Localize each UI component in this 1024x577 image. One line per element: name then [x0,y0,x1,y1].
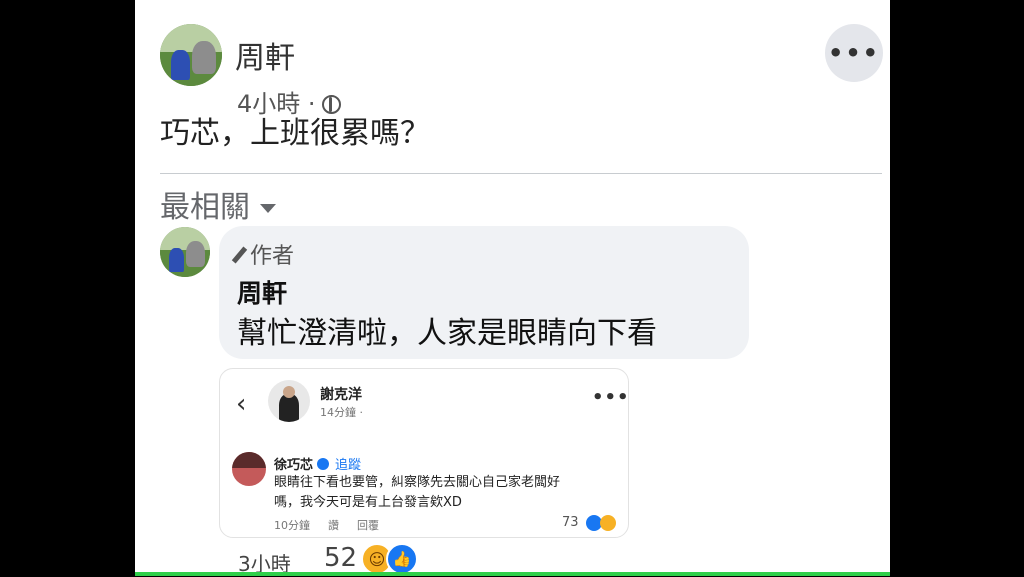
verified-badge-icon [317,458,330,470]
comment-sort-dropdown[interactable]: 最相關 [160,182,276,226]
bottom-progress-bar [135,572,890,576]
screenshot-commenter-line: 徐巧芯 追蹤 [274,454,361,473]
divider [160,173,882,174]
screenshot-commenter-avatar [232,452,266,486]
author-badge: 作者 [231,238,295,270]
screenshot-meta-reply: 回覆 [357,519,379,532]
pencil-icon [231,246,248,264]
comment-attached-image[interactable]: ‹ 謝克洋 14分鐘 · ••• 徐巧芯 追蹤 眼睛往下看也要管，糾察隊先去關心自… [219,368,629,538]
author-badge-label: 作者 [250,244,295,269]
back-arrow-icon: ‹ [236,389,247,419]
screenshot-more-icon: ••• [592,387,629,408]
like-reaction-icon[interactable]: 👍 [386,543,418,575]
post-author-avatar[interactable] [160,24,222,86]
screenshot-reaction-count: 73 [562,515,579,530]
more-horizontal-icon: ••• [827,39,881,67]
comment-author-name[interactable]: 周軒 [237,274,287,310]
post-container: 周軒 4小時 · ••• 巧芯，上班很累嗎？ 最相關 作者 周軒 幫忙澄清啦，人… [135,0,890,576]
sort-label: 最相關 [160,190,250,225]
screenshot-follow-label: 追蹤 [335,458,362,473]
post-text: 巧芯，上班很累嗎？ [160,116,430,151]
caret-down-icon [260,204,276,213]
screenshot-meta-like: 讚 [328,519,339,532]
post-author-name[interactable]: 周軒 [235,33,295,77]
screenshot-comment-meta: 10分鐘 讚 回覆 [274,517,397,533]
screenshot-comment-text: 眼睛往下看也要管，糾察隊先去關心自己家老闆好嗎，我今天可是有上台發言欸XD [274,475,561,510]
screenshot-haha-icon [600,515,616,531]
comment-reaction-count[interactable]: 52 [324,543,357,573]
post-more-options-button[interactable]: ••• [825,24,883,82]
comment-bubble: 作者 周軒 幫忙澄清啦，人家是眼睛向下看 [219,226,749,359]
screenshot-commenter-name: 徐巧芯 [274,458,314,473]
comment-author-avatar[interactable] [160,227,210,277]
screenshot-poster-time: 14分鐘 · [320,406,363,419]
comment-text: 幫忙澄清啦，人家是眼睛向下看 [237,316,657,351]
screenshot-poster-avatar [268,380,310,422]
screenshot-poster-name: 謝克洋 [320,387,362,403]
screenshot-meta-time: 10分鐘 [274,519,310,532]
